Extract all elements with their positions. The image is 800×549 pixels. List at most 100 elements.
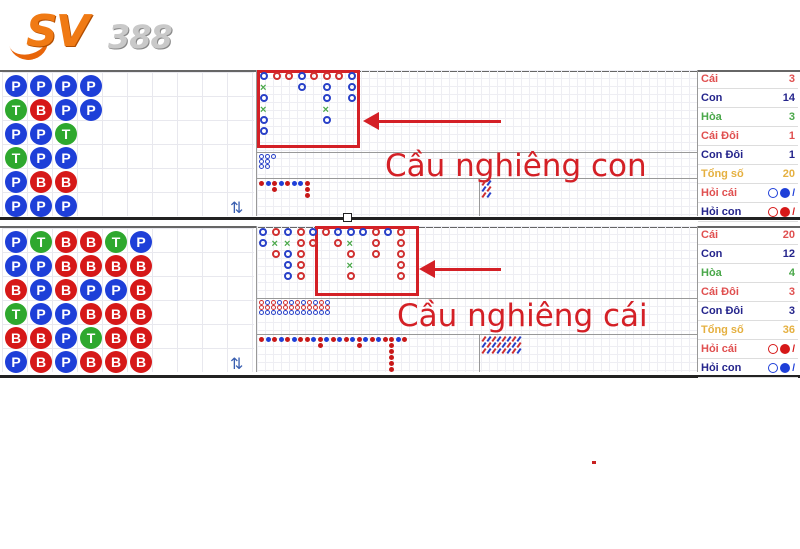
swap-icon[interactable]: ⇅ <box>230 198 243 218</box>
small-road-ring <box>271 154 276 159</box>
small-road-dot <box>356 343 362 348</box>
player-ring <box>384 228 392 236</box>
caption-cau-nghieng-con: Cầu nghiêng con <box>385 148 647 184</box>
player-ring <box>309 228 317 236</box>
player-ring <box>297 72 306 80</box>
small-road-dot <box>389 343 394 348</box>
banker-ring <box>296 272 305 280</box>
dot-icon <box>780 363 791 373</box>
player-ring <box>322 94 331 102</box>
bead-tie: T <box>80 327 102 349</box>
player-ring <box>284 228 292 236</box>
bead-player: P <box>5 75 27 97</box>
banker-ring <box>371 250 380 258</box>
ask-banker-button[interactable]: Hỏi cái / <box>698 184 798 203</box>
ask-banker-button[interactable]: Hỏi cái / <box>698 340 798 359</box>
bead-banker: B <box>55 279 77 301</box>
bead-banker: B <box>105 255 127 277</box>
small-road-ring <box>325 310 330 315</box>
ask-label: Hỏi con <box>701 362 742 374</box>
small-road-ring <box>271 310 276 315</box>
banker-ring <box>346 272 355 280</box>
banker-ring <box>272 72 281 80</box>
cockroach-road-mark <box>486 191 492 199</box>
ask-player-button[interactable]: Hỏi con / <box>698 203 798 222</box>
small-road-dot <box>291 181 297 186</box>
stat-value: 3 <box>788 111 795 123</box>
cockroach-road-mark <box>481 347 487 355</box>
small-road-dot <box>304 181 310 186</box>
bead-tie: T <box>105 231 127 253</box>
bead-banker: B <box>30 99 52 121</box>
stat-row: Cái 3 <box>698 70 798 89</box>
small-road-dot <box>272 187 277 192</box>
player-ring <box>334 228 342 236</box>
resize-handle[interactable] <box>343 213 352 222</box>
stat-value: 1 <box>788 149 795 161</box>
banker-ring <box>296 261 305 269</box>
player-ring <box>322 116 331 124</box>
bead-player: P <box>80 75 102 97</box>
dot-icon <box>780 344 791 354</box>
bead-tie: T <box>5 99 27 121</box>
cockroach-road-mark <box>501 347 507 355</box>
small-road-dot <box>304 337 310 342</box>
bead-player: P <box>105 279 127 301</box>
stat-label: Con <box>701 248 723 260</box>
small-road-dot <box>389 355 394 360</box>
small-road-ring <box>301 310 306 315</box>
stat-label: Cái Đôi <box>701 286 739 298</box>
bead-banker: B <box>105 351 127 373</box>
small-road-ring <box>259 310 264 315</box>
bead-player: P <box>5 351 27 373</box>
stat-value: 12 <box>782 248 795 260</box>
stat-row: Tổng số 20 <box>698 165 798 184</box>
prediction-icons: / <box>768 344 795 355</box>
bead-player: P <box>55 195 77 217</box>
tie-mark: × <box>260 104 267 116</box>
bead-banker: B <box>30 351 52 373</box>
bead-player: P <box>5 195 27 217</box>
bead-player: P <box>5 123 27 145</box>
bead-banker: B <box>55 231 77 253</box>
stat-row: Hòa 4 <box>698 264 798 283</box>
ring-icon <box>768 363 779 373</box>
logo-text-sv: SV <box>26 6 90 57</box>
small-road-ring <box>307 310 312 315</box>
road-divider <box>257 334 697 335</box>
bead-tie: T <box>30 231 52 253</box>
banker-ring <box>309 239 317 247</box>
small-road-ring <box>259 164 264 169</box>
cockroach-road-mark <box>491 347 497 355</box>
bead-banker: B <box>30 171 52 193</box>
stat-row: Cái 20 <box>698 226 798 245</box>
cockroach-road-mark <box>486 347 492 355</box>
bead-player: P <box>30 123 52 145</box>
player-ring <box>346 228 355 236</box>
stat-row: Hòa 3 <box>698 108 798 127</box>
derived-roads: Cầu nghiêng cái × × × × <box>256 226 697 372</box>
bead-banker: B <box>5 327 27 349</box>
small-road-dot <box>298 337 303 342</box>
slash-icon: / <box>792 362 795 374</box>
small-road-dot <box>291 337 297 342</box>
small-road-dot <box>382 337 388 342</box>
scoreboard-con: PPPPTBPPPPTTPPPBBPPP ⇅ Cầu nghiêng con ×… <box>0 70 800 222</box>
stat-value: 4 <box>788 267 795 279</box>
bead-player: P <box>55 327 77 349</box>
slash-icon: / <box>792 206 795 218</box>
stat-label: Con Đôi <box>701 149 744 161</box>
player-ring <box>260 94 268 102</box>
bead-banker: B <box>5 279 27 301</box>
ask-player-button[interactable]: Hỏi con / <box>698 359 798 378</box>
small-road-dot <box>285 181 290 186</box>
bead-banker: B <box>80 231 102 253</box>
swap-icon[interactable]: ⇅ <box>230 354 243 374</box>
bead-banker: B <box>30 327 52 349</box>
cockroach-road-mark <box>516 347 522 355</box>
player-ring <box>260 116 268 124</box>
cockroach-road-mark <box>496 347 502 355</box>
small-road-dot <box>356 337 362 342</box>
small-road-dot <box>337 337 342 342</box>
bead-banker: B <box>105 327 127 349</box>
